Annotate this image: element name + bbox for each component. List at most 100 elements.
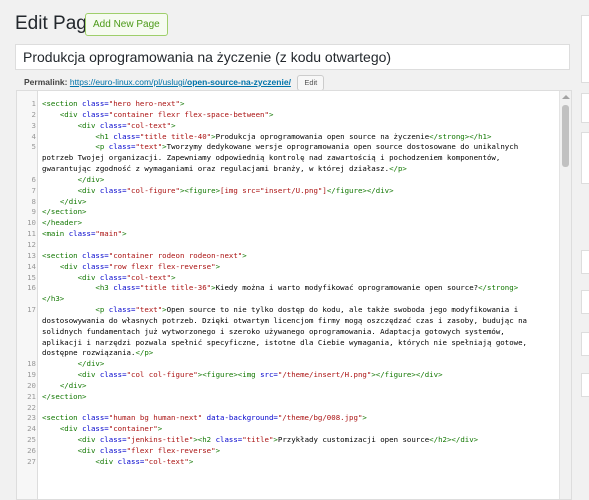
code-line[interactable]: 10 </header> xyxy=(17,218,559,229)
editor-scrollbar[interactable] xyxy=(559,91,571,499)
line-number: 6 xyxy=(31,174,36,184)
code-line[interactable]: potrzeb Twojej organizacji. Zapewniamy o… xyxy=(17,153,559,164)
code-token: Open source to nie tylko dostęp do kodu,… xyxy=(166,305,519,315)
code-line[interactable]: dostępne rozwiązania.</p> xyxy=(17,348,559,359)
code-token: "/theme/insert/H.png" xyxy=(277,370,372,380)
code-token: <div xyxy=(77,185,100,195)
code-lines[interactable]: 1 <section class="hero hero-next"> 2 <div … xyxy=(17,99,559,468)
sidebar-panel-3 xyxy=(581,132,589,184)
line-number: 20 xyxy=(27,380,36,390)
code-line[interactable]: 24 <div class="container"> xyxy=(17,424,559,435)
code-line[interactable]: </h3> xyxy=(17,294,559,305)
permalink-link[interactable]: https://euro-linux.com/pl/uslugi/open-so… xyxy=(70,77,291,87)
code-token: solidnych fundamentach już wytworzonego … xyxy=(42,326,505,336)
add-new-page-button[interactable]: Add New Page xyxy=(85,13,168,36)
sidebar-panel-5 xyxy=(581,290,589,314)
code-content: <div class="container"> xyxy=(38,424,162,435)
code-line[interactable]: 23 <section class="human bg human-next" d… xyxy=(17,413,559,424)
code-token: <section xyxy=(42,250,83,260)
code-token: "jenkins-title" xyxy=(126,435,194,445)
line-number: 27 xyxy=(27,456,36,466)
permalink-slug: open-source-na-zyczenie/ xyxy=(187,77,291,87)
code-line[interactable]: aplikacji i narzędzi pozwala spełnić spe… xyxy=(17,338,559,349)
code-token: gwarantując zgodność z wymaganiami oraz … xyxy=(42,164,390,174)
scrollbar-thumb[interactable] xyxy=(562,105,569,167)
code-token: dostępne rozwiązania. xyxy=(42,348,136,358)
code-content: </div> xyxy=(38,359,105,370)
code-line[interactable]: 27 <div class="col-text"> xyxy=(17,457,559,468)
code-line[interactable]: dostosowywania do własnych potrzeb. Dzię… xyxy=(17,316,559,327)
code-token: "flexr flex-reverse" xyxy=(126,446,216,455)
code-token: class= xyxy=(108,305,136,315)
code-content: <p class="text">Tworzymy dedykowane wers… xyxy=(38,142,518,153)
line-number: 8 xyxy=(31,196,36,206)
code-line[interactable]: 21 </section> xyxy=(17,392,559,403)
line-number: 15 xyxy=(27,272,36,282)
code-content xyxy=(38,403,42,414)
code-content: <main class="main"> xyxy=(38,229,127,240)
code-line[interactable]: 12 xyxy=(17,240,559,251)
line-number: 18 xyxy=(27,359,36,369)
code-token: class= xyxy=(117,456,145,466)
code-line[interactable]: 17 <p class="text">Open source to nie ty… xyxy=(17,305,559,316)
line-number xyxy=(17,153,38,164)
code-token: class= xyxy=(113,283,140,293)
code-token: <section xyxy=(42,99,83,108)
code-content: </header> xyxy=(38,218,82,229)
line-number: 9 xyxy=(31,207,36,217)
code-line[interactable]: 7 <div class="col-figure"><figure>[img s… xyxy=(17,186,559,197)
permalink-edit-button[interactable]: Edit xyxy=(297,74,325,91)
code-editor[interactable]: 1 <section class="hero hero-next"> 2 <div … xyxy=(16,90,572,500)
code-line[interactable]: 15 <div class="col-text"> xyxy=(17,273,559,284)
code-line[interactable]: 26 <div class="flexr flex-reverse"> xyxy=(17,446,559,457)
code-line[interactable]: 4 <h1 class="title title-40">Produkcja o… xyxy=(17,132,559,143)
line-number xyxy=(17,348,38,359)
line-number: 22 xyxy=(27,402,36,412)
code-token: > xyxy=(122,229,127,239)
line-number: 1 xyxy=(31,99,36,108)
code-token: "col-text" xyxy=(126,272,172,282)
code-line[interactable]: gwarantując zgodność z wymaganiami oraz … xyxy=(17,164,559,175)
code-token: "title title-40" xyxy=(139,131,212,141)
code-line[interactable]: 18 </div> xyxy=(17,359,559,370)
code-content: </h3> xyxy=(38,294,64,305)
code-line[interactable]: 13 <section class="container rodeon rodeo… xyxy=(17,251,559,262)
scroll-up-arrow-icon[interactable] xyxy=(562,95,570,99)
code-line[interactable]: 20 </div> xyxy=(17,381,559,392)
code-line[interactable]: 1 <section class="hero hero-next"> xyxy=(17,99,559,110)
code-token: "text" xyxy=(135,305,163,315)
code-line[interactable]: 14 <div class="row flexr flex-reverse"> xyxy=(17,262,559,273)
code-token: <h3 xyxy=(95,283,114,293)
code-token: "col-figure" xyxy=(126,185,180,195)
code-line[interactable]: 22 xyxy=(17,403,559,414)
line-number: 26 xyxy=(27,446,36,455)
code-line[interactable]: 8 </div> xyxy=(17,197,559,208)
code-line[interactable]: 25 <div class="jenkins-title"><h2 class=… xyxy=(17,435,559,446)
code-token: class= xyxy=(99,272,127,282)
code-token: > xyxy=(179,99,185,108)
code-line[interactable]: 2 <div class="container flexr flex-space… xyxy=(17,110,559,121)
code-line[interactable]: 6 </div> xyxy=(17,175,559,186)
code-content: <p class="text">Open source to nie tylko… xyxy=(38,305,518,316)
code-line[interactable]: 9 </section> xyxy=(17,207,559,218)
code-line[interactable]: 3 <div class="col-text"> xyxy=(17,121,559,132)
code-line[interactable]: 5 <p class="text">Tworzymy dedykowane we… xyxy=(17,142,559,153)
code-line[interactable]: 11 <main class="main"> xyxy=(17,229,559,240)
code-token: "/theme/bg/008.jpg" xyxy=(277,413,363,423)
line-number: 23 xyxy=(27,413,36,423)
code-token: class= xyxy=(82,413,109,423)
code-content: <div class="flexr flex-reverse"> xyxy=(38,446,220,457)
code-line[interactable]: solidnych fundamentach już wytworzonego … xyxy=(17,327,559,338)
code-token: > xyxy=(362,413,367,423)
post-title-input[interactable]: Produkcja oprogramowania na życzenie (z … xyxy=(15,44,570,70)
code-line[interactable]: 19 <div class="col col-figure"><figure><… xyxy=(17,370,559,381)
code-line[interactable]: 16 <h3 class="title title-36">Kiedy możn… xyxy=(17,283,559,294)
code-token: ><figure> xyxy=(179,185,221,195)
code-content: </div> xyxy=(38,175,105,186)
